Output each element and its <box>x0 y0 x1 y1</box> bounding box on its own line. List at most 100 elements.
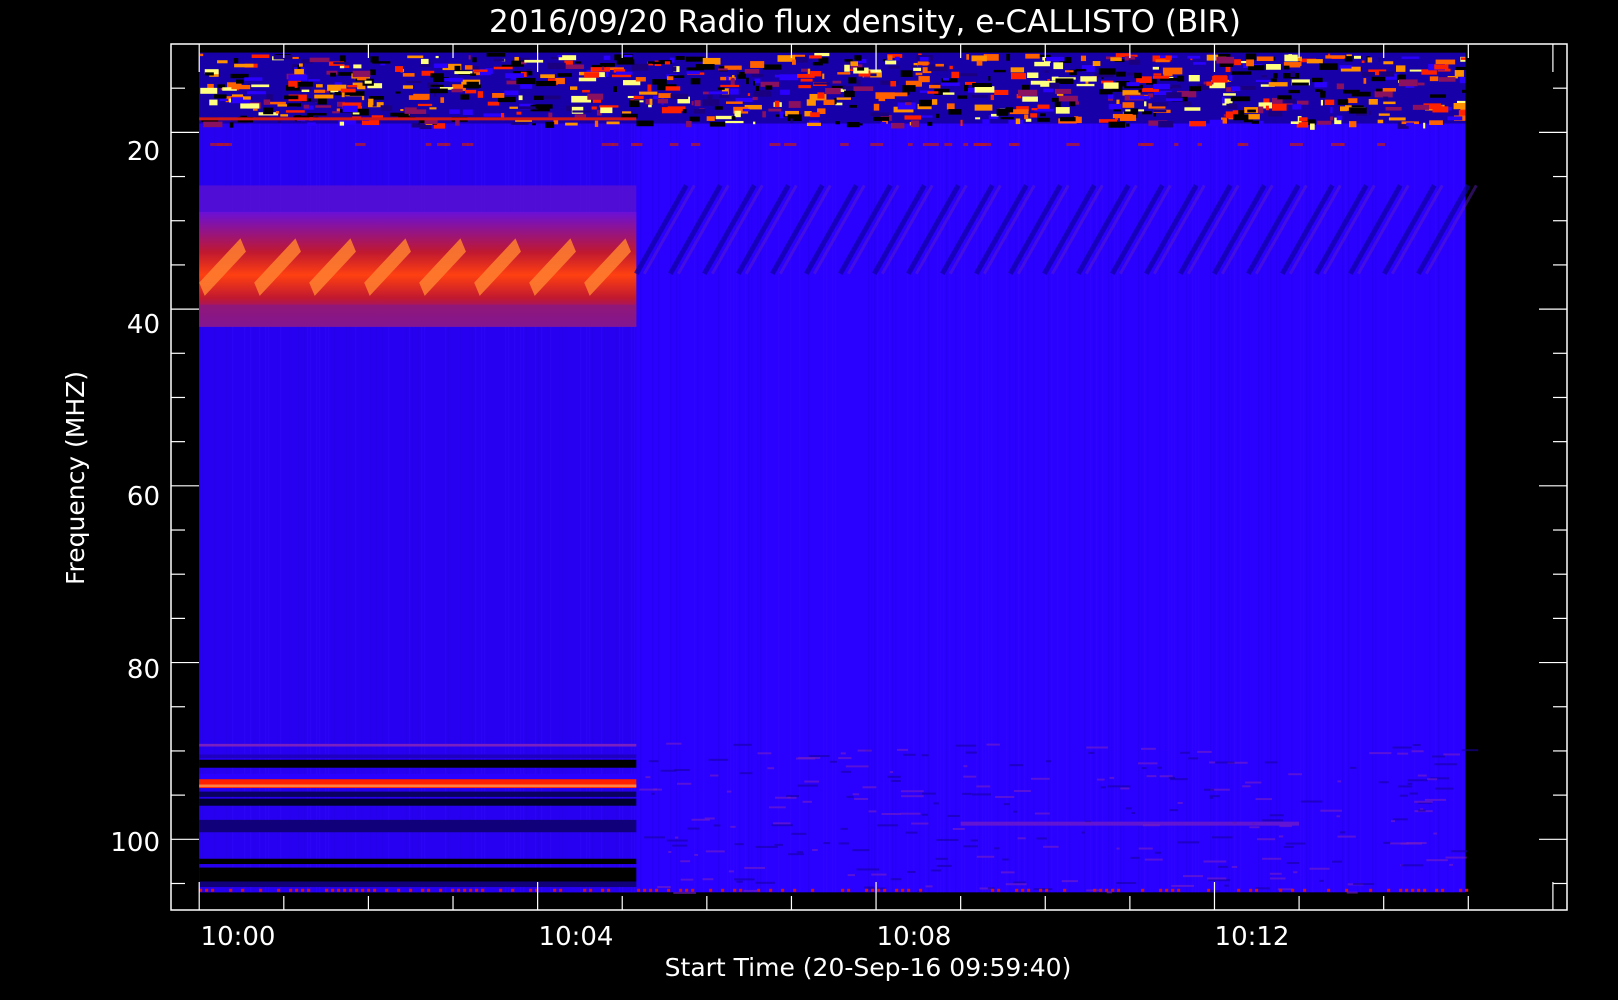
texture-line <box>745 52 747 893</box>
lower-texture <box>710 774 719 777</box>
rfi-pixel <box>1151 102 1168 107</box>
lower-texture <box>871 873 887 876</box>
rfi-pixel <box>590 67 611 72</box>
edge-speckle <box>1417 888 1421 892</box>
lower-texture <box>1209 796 1213 799</box>
lower-texture <box>1401 864 1424 867</box>
edge-speckle <box>553 888 557 892</box>
rfi-pixel <box>1049 82 1060 89</box>
rfi-pixel <box>1034 61 1050 67</box>
rfi-pixel <box>472 57 477 63</box>
rfi-pixel <box>547 62 566 70</box>
edge-speckle <box>451 888 455 892</box>
lower-texture <box>1157 766 1162 769</box>
rfi-pixel <box>1374 91 1393 98</box>
rfi-pixel <box>801 68 808 72</box>
rfi-pixel <box>587 93 604 100</box>
rfi-pixel <box>1054 101 1061 108</box>
lower-texture <box>823 842 831 845</box>
rfi-pixel <box>303 104 310 109</box>
lower-texture <box>852 793 860 796</box>
lower-texture <box>1000 871 1015 874</box>
rfi-pixel <box>268 101 286 105</box>
lower-texture <box>1100 786 1107 789</box>
y-tick-label-80: 80 <box>127 655 160 685</box>
rfi-pixel <box>982 119 990 127</box>
rfi-pixel <box>633 95 644 100</box>
edge-speckle <box>499 888 503 892</box>
rfi-pixel <box>797 73 815 78</box>
edge-speckle <box>385 888 389 892</box>
texture-line <box>790 52 792 893</box>
texture-line <box>913 52 915 893</box>
lower-texture <box>744 866 766 869</box>
rfi-pixel <box>217 60 228 64</box>
rfi-pixel <box>429 107 437 110</box>
lower-texture <box>1278 835 1284 838</box>
rfi-pixel <box>706 116 715 121</box>
rfi-pixel <box>1108 121 1126 128</box>
rfi-pixel <box>572 110 592 113</box>
lower-texture <box>1262 857 1282 860</box>
rfi-pixel <box>623 54 633 58</box>
lower-texture <box>930 869 942 872</box>
texture-line <box>895 52 897 893</box>
rfi-pixel <box>1385 106 1402 111</box>
texture-line <box>703 52 705 893</box>
texture-line <box>1006 52 1008 893</box>
rfi-pixel <box>413 93 430 100</box>
rfi-pixel <box>594 120 599 127</box>
rfi-pixel <box>728 88 739 95</box>
rfi-pixel <box>1320 90 1326 98</box>
texture-line <box>1210 52 1212 893</box>
rfi-pixel <box>263 99 271 105</box>
rfi-pixel <box>848 77 857 84</box>
rfi-pixel <box>657 98 669 104</box>
lower-texture <box>1245 781 1262 784</box>
lower-texture <box>660 769 677 772</box>
rfi-pixel <box>844 90 855 97</box>
lower-texture <box>1445 856 1467 859</box>
rfi-pixel <box>1277 95 1292 100</box>
texture-line <box>1090 52 1092 893</box>
edge-speckle <box>331 888 335 892</box>
rfi-pixel <box>1188 74 1200 82</box>
edge-speckle <box>1177 888 1181 892</box>
lower-texture <box>1045 760 1052 763</box>
rfi-pixel <box>454 71 473 75</box>
lower-texture <box>1036 837 1047 840</box>
rfi-dot <box>870 142 884 146</box>
lower-texture <box>1146 775 1157 778</box>
rfi-pixel <box>1375 88 1383 92</box>
rfi-pixel <box>603 55 611 60</box>
rfi-pixel <box>813 82 830 85</box>
lower-texture <box>802 800 812 803</box>
lower-texture <box>768 806 786 809</box>
edge-speckle <box>901 888 905 892</box>
texture-line <box>1213 52 1215 893</box>
edge-speckle <box>1045 888 1049 892</box>
lower-texture <box>922 792 937 795</box>
rfi-pixel <box>466 81 479 89</box>
edge-speckle <box>907 888 911 892</box>
rfi-pixel <box>510 122 529 125</box>
lower-texture <box>1013 789 1031 792</box>
lower-texture <box>666 742 682 745</box>
rfi-pixel <box>1396 74 1406 81</box>
lower-texture <box>1203 860 1227 863</box>
lower-texture <box>1398 785 1413 788</box>
rfi-pixel <box>988 76 991 81</box>
edge-speckle <box>229 888 233 892</box>
rfi-pixel <box>890 122 905 129</box>
rfi-pixel <box>1367 57 1373 63</box>
rfi-pixel <box>1163 70 1173 77</box>
rfi-pixel <box>753 80 756 86</box>
lower-texture <box>1427 778 1438 781</box>
rfi-pixel <box>1237 85 1256 90</box>
rfi-pixel <box>718 68 728 71</box>
lower-texture <box>854 797 869 800</box>
lower-texture <box>829 760 837 763</box>
texture-line <box>808 52 810 893</box>
rfi-dot <box>769 142 781 146</box>
rfi-pixel <box>1401 56 1419 59</box>
